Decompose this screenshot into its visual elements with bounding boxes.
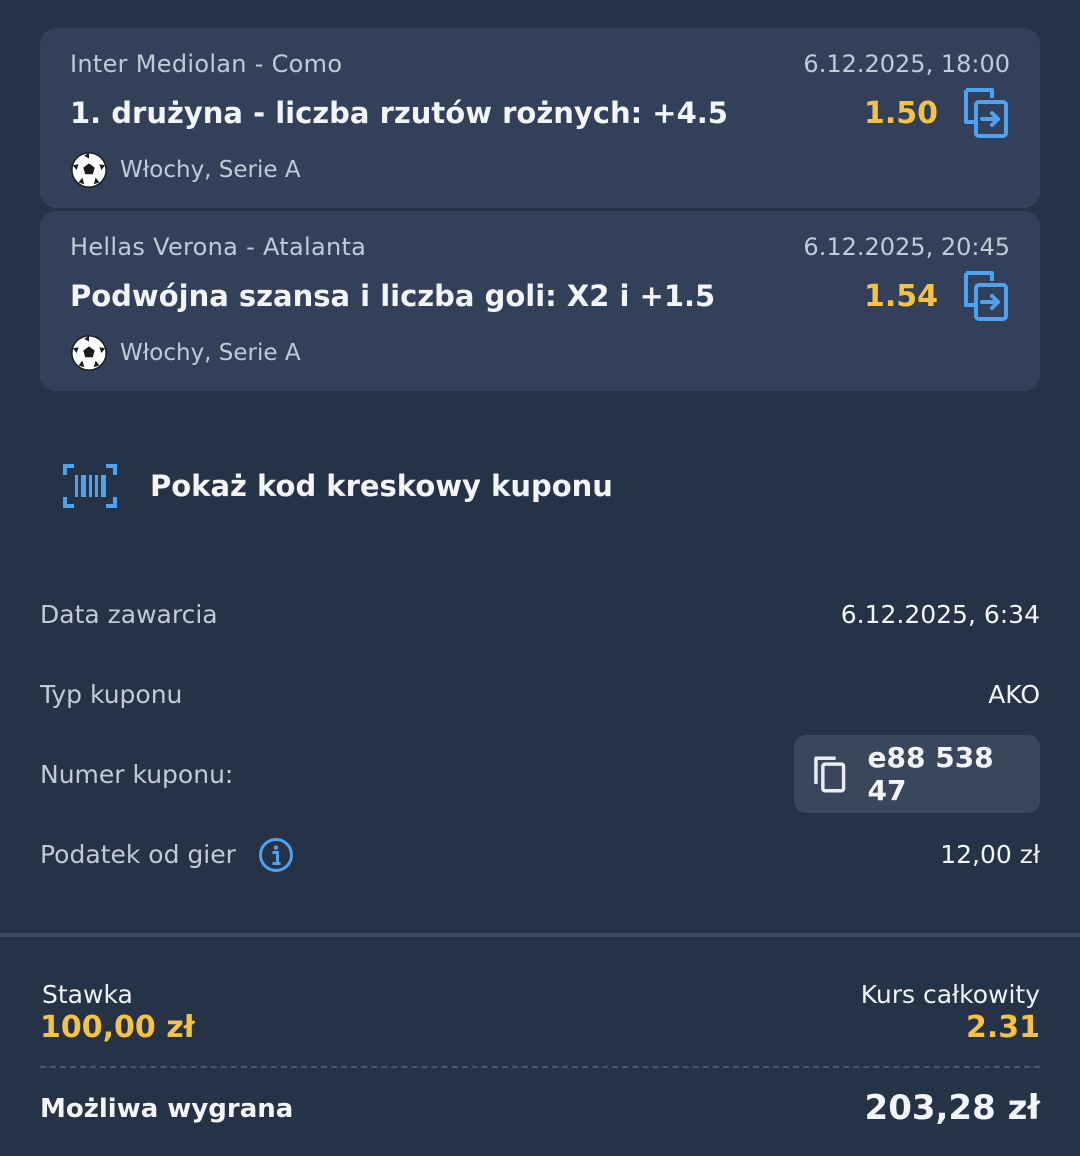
bet-odds: 1.50 [863,96,938,131]
soccer-ball-icon [71,152,107,188]
league-name: Włochy, Serie A [120,340,301,366]
coupon-number-label: Numer kuponu: [40,760,234,789]
stake-label: Stawka [42,980,133,1009]
coupon-type-label: Typ kuponu [40,680,183,709]
bet-card[interactable]: Hellas Verona - Atalanta 6.12.2025, 20:4… [40,211,1040,391]
match-name: Inter Mediolan - Como [70,50,343,78]
tax-label: Podatek od gier [40,840,236,869]
possible-win-value: 203,28 zł [864,1088,1040,1128]
barcode-icon [63,464,117,508]
bet-market: Podwójna szansa i liczba goli: X2 i +1.5 [70,279,716,313]
date-label: Data zawarcia [40,600,218,629]
total-odds-label: Kurs całkowity [860,980,1040,1009]
coupon-details-page: Inter Mediolan - Como 6.12.2025, 18:00 1… [0,0,1080,1156]
match-datetime: 6.12.2025, 18:00 [803,50,1010,78]
possible-win-label: Możliwa wygrana [40,1094,294,1124]
soccer-ball-icon [71,335,107,371]
dashed-divider [40,1066,1040,1068]
league-name: Włochy, Serie A [120,157,301,183]
show-barcode-button[interactable]: Pokaż kod kreskowy kuponu [62,458,613,514]
copy-coupon-number-button[interactable]: e88 538 47 [794,735,1040,813]
bet-odds: 1.54 [863,279,938,314]
bet-market: 1. drużyna - liczba rzutów rożnych: +4.5 [70,96,728,130]
match-datetime: 6.12.2025, 20:45 [803,233,1010,261]
show-barcode-label: Pokaż kod kreskowy kuponu [150,469,613,503]
section-divider [0,933,1080,937]
swap-icon[interactable] [962,86,1010,140]
league-row: Włochy, Serie A [70,333,301,373]
total-odds-value: 2.31 [965,1010,1040,1045]
stake-value: 100,00 zł [40,1010,195,1045]
coupon-number-value: e88 538 47 [867,741,994,807]
coupon-type-value: AKO [988,680,1040,709]
copy-icon [814,756,846,793]
match-name: Hellas Verona - Atalanta [70,233,367,261]
swap-icon[interactable] [962,269,1010,323]
date-value: 6.12.2025, 6:34 [840,600,1040,629]
tax-value: 12,00 zł [940,840,1040,869]
info-icon[interactable] [258,837,294,873]
bet-card[interactable]: Inter Mediolan - Como 6.12.2025, 18:00 1… [40,28,1040,208]
league-row: Włochy, Serie A [70,150,301,190]
